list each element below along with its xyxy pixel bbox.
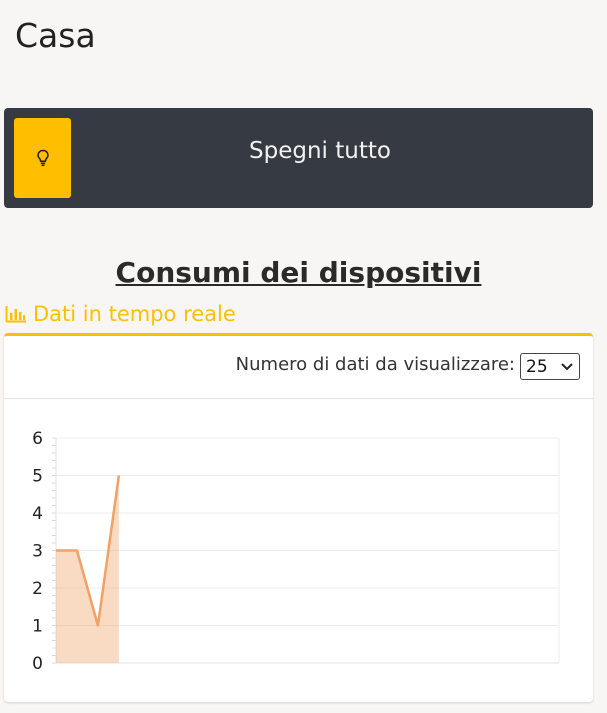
y-tick-label: 3 <box>32 542 43 562</box>
data-count-label: Numero di dati da visualizzare: <box>235 354 515 375</box>
data-count-select[interactable]: 25 <box>520 353 580 380</box>
consumption-card: Numero di dati da visualizzare: 25 0 1 2 3 4… <box>4 333 593 702</box>
y-tick-label: 0 <box>32 654 43 674</box>
y-tick-label: 2 <box>32 579 43 599</box>
card-header: Numero di dati da visualizzare: 25 <box>4 336 593 399</box>
data-count-value: 25 <box>526 356 548 377</box>
bar-chart-icon <box>5 306 26 323</box>
chart-area: 0 1 2 3 4 5 6 <box>4 398 593 698</box>
y-tick-label: 4 <box>32 504 43 524</box>
section-title: Consumi dei dispositivi <box>115 256 482 289</box>
lightbulb-icon <box>36 149 49 167</box>
realtime-label: Dati in tempo reale <box>33 302 236 326</box>
y-tick-label: 6 <box>32 429 43 449</box>
turn-off-all-button[interactable]: Spegni tutto <box>4 108 593 208</box>
realtime-heading: Dati in tempo reale <box>5 302 236 326</box>
chevron-down-icon <box>561 363 573 371</box>
lightbulb-icon-box <box>14 118 71 198</box>
consumption-chart: 0 1 2 3 4 5 6 <box>32 429 560 674</box>
y-tick-label: 1 <box>32 617 43 637</box>
page-title: Casa <box>15 16 96 55</box>
turn-off-all-label: Spegni tutto <box>249 138 391 164</box>
series-area <box>56 475 119 663</box>
y-tick-label: 5 <box>32 467 43 487</box>
